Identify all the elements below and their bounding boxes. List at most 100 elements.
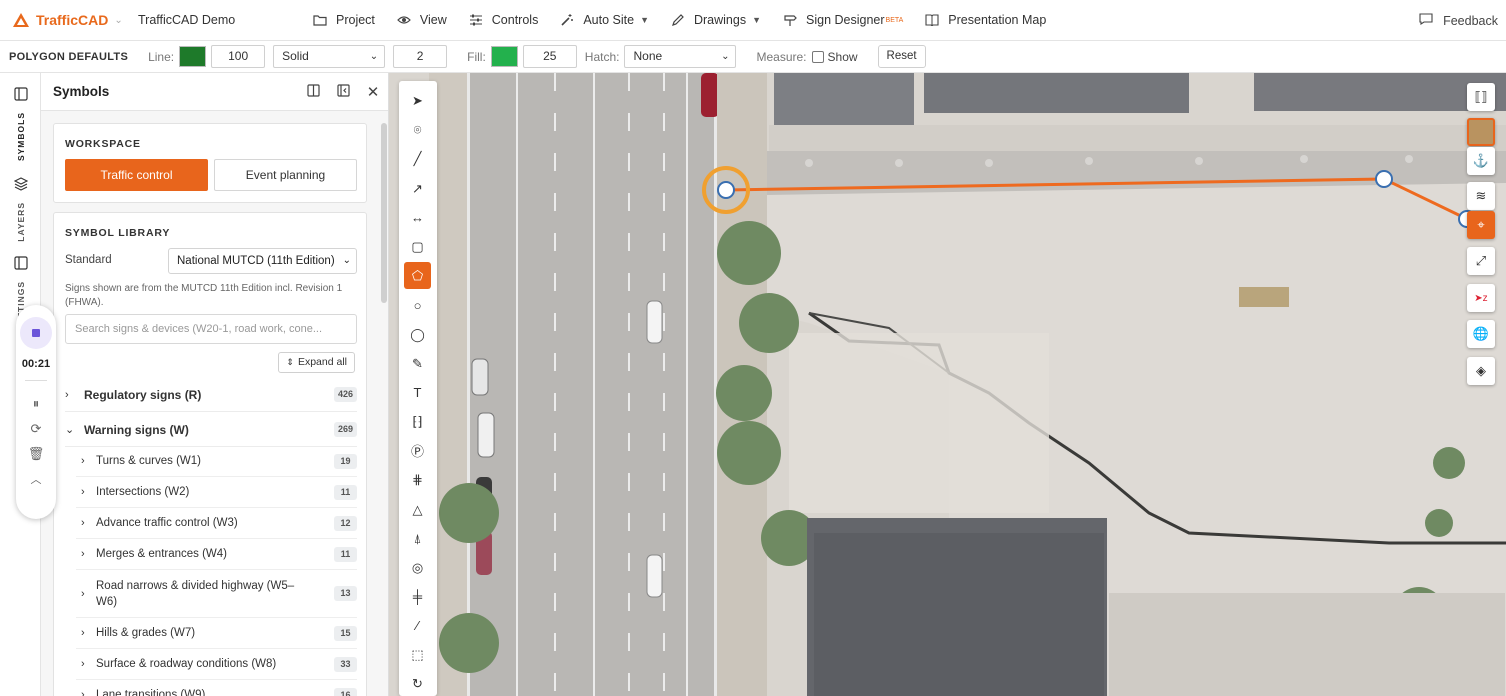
basemap-thumbnail[interactable] (1467, 118, 1495, 146)
split-view-icon[interactable] (298, 83, 328, 100)
rectangle-tool-icon[interactable]: ▢ (404, 233, 431, 260)
layers-icon[interactable]: ≋ (1467, 182, 1495, 210)
ellipse-tool-icon[interactable]: ◯ (404, 321, 431, 348)
path-tool-icon[interactable]: △ (404, 496, 431, 523)
fill-opacity-input[interactable]: 25 (522, 45, 577, 68)
location-pin-icon[interactable]: ⌖ (1467, 211, 1495, 239)
count-badge: 426 (333, 387, 357, 402)
subcategory-item[interactable]: › Hills & grades (W7) 15 (76, 618, 357, 649)
select-pointer-icon[interactable]: ➤ (404, 87, 431, 114)
signpost-icon (783, 13, 797, 27)
menu-auto-site[interactable]: Auto Site ▼ (560, 13, 649, 27)
collapse-panel-icon[interactable] (328, 83, 358, 100)
workspace-title: WORKSPACE (65, 138, 141, 150)
reset-button[interactable]: Reset (877, 45, 926, 68)
symbol-library-title: SYMBOL LIBRARY (65, 227, 171, 239)
expand-all-button[interactable]: ⇕ Expand all (278, 352, 355, 373)
symbols-panel-header: Symbols ✕ (41, 73, 388, 111)
line-tool-icon[interactable]: ╱ (404, 145, 431, 172)
line-opacity-input[interactable]: 100 (211, 45, 266, 68)
expand-icon: ⇕ (286, 357, 294, 367)
trash-icon[interactable]: 🗑 (28, 446, 45, 462)
menu-controls[interactable]: Controls (469, 13, 538, 27)
hatch-select[interactable]: None ⌄ (624, 45, 737, 68)
brush-tool-icon[interactable]: ⁄ (404, 612, 431, 639)
close-icon[interactable]: ✕ (358, 83, 388, 101)
eye-icon (397, 13, 411, 27)
anchor-icon[interactable]: ⚓ (1467, 147, 1495, 175)
hatch-label: Hatch: (584, 49, 620, 64)
polygon-tool-icon[interactable]: ⬠ (404, 262, 431, 289)
chevron-down-icon: ⌄ (342, 255, 351, 266)
subcategory-item[interactable]: › Merges & entrances (W4) 11 (76, 539, 357, 570)
logo-icon (13, 13, 29, 27)
line-style-select[interactable]: Solid ⌄ (273, 45, 386, 68)
target-tool-icon[interactable]: ◎ (404, 554, 431, 581)
chevron-up-icon[interactable]: ︿ (31, 471, 42, 487)
event-planning-button[interactable]: Event planning (214, 159, 357, 191)
chevron-down-icon: ⌄ (114, 14, 123, 26)
measure-label: Measure: (756, 49, 807, 64)
feedback-button[interactable]: Feedback (1419, 13, 1498, 28)
layers-icon (13, 177, 29, 194)
stop-recording-button[interactable] (20, 317, 52, 349)
recording-timer: 00:21 (21, 358, 51, 370)
traffic-control-button[interactable]: Traffic control (65, 159, 208, 191)
circle-tool-icon[interactable]: ○ (404, 292, 431, 319)
category-regulatory[interactable]: › Regulatory signs (R) 426 (65, 378, 357, 412)
main-menu: Project View Controls Auto Site ▼ Drawin… (308, 13, 1068, 27)
pause-icon[interactable]: ⏸ (33, 396, 40, 412)
map-canvas[interactable] (389, 73, 1506, 696)
magic-wand-icon (560, 13, 574, 27)
pencil-tool-icon[interactable]: ✎ (404, 350, 431, 377)
rail-tab-layers[interactable]: LAYERS (8, 177, 34, 242)
brand-menu[interactable]: TrafficCAD ⌄ (0, 12, 138, 28)
subcategory-item[interactable]: › Intersections (W2) 11 (76, 477, 357, 508)
symbol-library-card: SYMBOL LIBRARY Standard National MUTCD (… (53, 212, 367, 696)
dimension-tool-icon[interactable]: ↔ (404, 204, 431, 231)
project-name[interactable]: TrafficCAD Demo (138, 13, 308, 27)
globe-icon[interactable]: 🌐 (1467, 320, 1495, 348)
book-icon (925, 13, 939, 27)
line-color-swatch[interactable] (179, 46, 207, 67)
crosswalk-tool-icon[interactable]: ⋕ (404, 466, 431, 493)
text-tool-icon[interactable]: T (404, 379, 431, 406)
subcategory-item[interactable]: › Road narrows & divided highway (W5–W6)… (76, 570, 357, 618)
menu-presentation-map[interactable]: Presentation Map (925, 13, 1046, 27)
menu-drawings[interactable]: Drawings ▼ (671, 13, 761, 27)
fullscreen-icon[interactable]: ⤢ (1467, 247, 1495, 275)
chevron-right-icon: › (81, 486, 85, 498)
callout-tool-icon[interactable]: ⁅⁆ (404, 408, 431, 435)
rail-tool-icon[interactable]: ╪ (404, 583, 431, 610)
chevron-down-icon: ▼ (640, 15, 649, 25)
rail-tab-symbols[interactable]: SYMBOLS (8, 87, 34, 161)
symbol-search-input[interactable]: Search signs & devices (W20-1, road work… (65, 314, 357, 344)
menu-sign-designer[interactable]: Sign Designer BETA (783, 13, 903, 27)
count-badge: 11 (334, 484, 357, 500)
stack-layers-icon[interactable]: ◈ (1467, 357, 1495, 385)
rotate-icon[interactable]: ↻ (404, 670, 431, 696)
standard-select[interactable]: National MUTCD (11th Edition) ⌄ (168, 248, 357, 274)
menu-project[interactable]: Project (313, 13, 375, 27)
subcategory-item[interactable]: › Surface & roadway conditions (W8) 33 (76, 649, 357, 680)
subcategory-item[interactable]: › Lane transitions (W9) 16 (76, 680, 357, 696)
count-badge: 15 (334, 625, 357, 641)
category-warning[interactable]: ⌄ Warning signs (W) 269 (65, 413, 357, 447)
subcategory-item[interactable]: › Advance traffic control (W3) 12 (76, 508, 357, 539)
curve-tool-icon[interactable]: ↗ (404, 175, 431, 202)
chevron-right-icon: › (81, 689, 85, 696)
subcategory-item[interactable]: › Turns & curves (W1) 19 (76, 446, 357, 477)
panel-scrollbar[interactable] (381, 123, 387, 303)
area-select-icon[interactable]: ⬚ (404, 641, 431, 668)
line-width-input[interactable]: 2 (393, 45, 448, 68)
fill-color-swatch[interactable] (490, 46, 518, 67)
lasso-icon[interactable]: ⌾ (404, 116, 431, 143)
split-map-icon[interactable]: ⟦⟧ (1467, 83, 1495, 111)
measure-show-checkbox[interactable] (811, 50, 824, 63)
barrier-tool-icon[interactable]: ⍋ (404, 525, 431, 552)
parking-tool-icon[interactable]: Ⓟ (404, 437, 431, 464)
restart-icon[interactable]: ⟳ (31, 421, 42, 437)
count-badge: 13 (334, 586, 357, 601)
menu-view[interactable]: View (397, 13, 447, 27)
direction-icon[interactable]: ➤z (1467, 284, 1495, 312)
